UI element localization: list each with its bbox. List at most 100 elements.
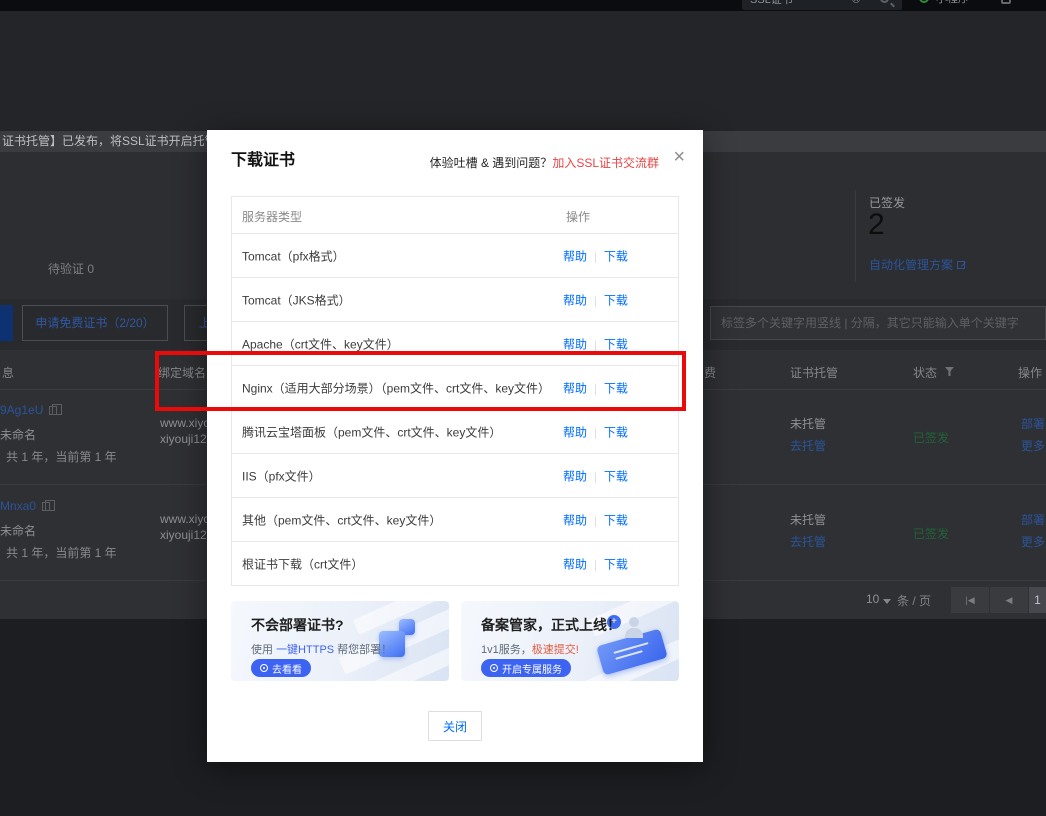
auto-management-link[interactable]: 自动化管理方案 <box>869 256 966 273</box>
download-link[interactable]: 下载 <box>604 293 628 307</box>
download-link[interactable]: 下载 <box>604 513 628 527</box>
exclusive-service-button[interactable]: 开启专属服务 <box>481 659 571 677</box>
help-link[interactable]: 帮助 <box>563 469 587 483</box>
apply-free-cert-button[interactable]: 申请免费证书（2/20） <box>22 305 168 341</box>
pending-verification-label: 待验证 0 <box>48 262 95 276</box>
status-badge: 已签发 <box>913 527 950 541</box>
tag-search-input[interactable]: 标签多个关键字用竖线 | 分隔，其它只能输入单个关键字 <box>710 306 1046 340</box>
badge-icon <box>490 664 498 672</box>
server-type-table: 服务器类型 操作 Tomcat（pfx格式） 帮助 | 下载 Tomcat（JKS格式）… <box>231 196 679 586</box>
separator: | <box>594 295 597 307</box>
go-see-button[interactable]: 去看看 <box>251 659 311 677</box>
icp-promo-card[interactable]: + 备案管家，正式上线！ 1v1服务，极速提交! 开启专属服务 <box>461 601 679 681</box>
promo-decor <box>625 628 643 638</box>
filter-icon[interactable] <box>945 367 954 376</box>
server-type-row: Nginx（适用大部分场景）（pem文件、crt文件、key文件） 帮助 | 下载 <box>232 365 678 409</box>
col-fee: 费 <box>704 366 717 380</box>
col-server-type: 服务器类型 <box>242 210 303 224</box>
hosting-status: 未托管 <box>790 417 827 431</box>
server-type-row: Apache（crt文件、key文件） 帮助 | 下载 <box>232 321 678 365</box>
prev-page-button[interactable]: ◀ <box>990 587 1028 613</box>
server-type-row: 其他（pem文件、crt文件、key文件） 帮助 | 下载 <box>232 497 678 541</box>
promo-decor <box>629 617 639 627</box>
separator: | <box>594 471 597 483</box>
separator: | <box>594 339 597 351</box>
search-input-value: SSL证书 <box>750 0 793 6</box>
copy-icon[interactable] <box>49 403 63 415</box>
mini-program-label[interactable]: 小程序 <box>936 0 969 6</box>
deploy-link[interactable]: 部署 <box>1021 415 1045 432</box>
chevron-down-icon <box>883 599 891 604</box>
join-group-link[interactable]: 加入SSL证书交流群 <box>552 156 659 170</box>
server-type-row: 腾讯云宝塔面板（pem文件、crt文件、key文件） 帮助 | 下载 <box>232 409 678 453</box>
separator: | <box>594 251 597 263</box>
server-type-row: Tomcat（JKS格式） 帮助 | 下载 <box>232 277 678 321</box>
server-type-label: Nginx（适用大部分场景）（pem文件、crt文件、key文件） <box>242 381 551 395</box>
fast-submit-text: 极速提交! <box>531 644 579 656</box>
help-link[interactable]: 帮助 <box>563 293 587 307</box>
row-operations: 帮助 | 下载 <box>563 467 628 484</box>
first-page-button[interactable]: |◀ <box>951 587 989 613</box>
validity-text: ：共 1 年，当前第 1 年 <box>0 546 117 560</box>
promo-title: 备案管家，正式上线！ <box>481 617 621 633</box>
more-link[interactable]: 更多 <box>1021 533 1045 550</box>
deploy-promo-card[interactable]: 不会部署证书? 使用 一键HTTPS 帮您部署！ 去看看 <box>231 601 449 681</box>
download-link[interactable]: 下载 <box>604 469 628 483</box>
clear-search-icon[interactable]: ⊗ <box>851 0 861 6</box>
help-link[interactable]: 帮助 <box>563 337 587 351</box>
download-certificate-modal: 下载证书 体验吐槽 & 遇到问题？加入SSL证书交流群 × 服务器类型 操作 T… <box>207 130 703 762</box>
server-type-table-header: 服务器类型 操作 <box>232 197 678 233</box>
help-link[interactable]: 帮助 <box>563 249 587 263</box>
copy-icon[interactable] <box>42 499 56 511</box>
separator: | <box>594 383 597 395</box>
feedback-text: 体验吐槽 & 遇到问题？加入SSL证书交流群 <box>429 156 659 170</box>
close-button[interactable]: 关闭 <box>428 711 482 741</box>
divider <box>855 190 856 282</box>
go-hosting-link[interactable]: 去托管 <box>790 437 826 454</box>
console-app-icon[interactable] <box>1001 0 1011 4</box>
download-link[interactable]: 下载 <box>604 557 628 571</box>
download-link[interactable]: 下载 <box>604 337 628 351</box>
screen: SSL证书 ⊗ 小程序 证书托管】已发布，将SSL证书开启托管即可 待验证 0 … <box>0 0 1046 816</box>
download-link[interactable]: 下载 <box>604 425 628 439</box>
server-type-label: Tomcat（JKS格式） <box>242 293 351 307</box>
col-hosting: 证书托管 <box>790 366 839 380</box>
row-operations: 帮助 | 下载 <box>563 555 628 572</box>
server-type-row: 根证书下载（crt文件） 帮助 | 下载 <box>232 541 678 585</box>
row-operations: 帮助 | 下载 <box>563 511 628 528</box>
separator: | <box>594 559 597 571</box>
row-operations: 帮助 | 下载 <box>563 423 628 440</box>
issued-count: 2 <box>868 208 885 241</box>
certificate-name: 未命名 <box>0 524 37 538</box>
col-info: 息 <box>2 366 15 380</box>
mini-program-icon <box>919 0 929 3</box>
per-page-label: 条 / 页 <box>897 594 932 608</box>
close-icon[interactable]: × <box>673 147 685 167</box>
server-type-label: Tomcat（pfx格式） <box>242 249 345 263</box>
page-number-input[interactable]: 1 <box>1029 587 1046 613</box>
page-size-select[interactable]: 10 <box>866 592 879 606</box>
help-link[interactable]: 帮助 <box>563 425 587 439</box>
external-link-icon <box>957 261 966 269</box>
go-hosting-link[interactable]: 去托管 <box>790 533 826 550</box>
help-link[interactable]: 帮助 <box>563 381 587 395</box>
certificate-id-link[interactable]: 9Ag1eU <box>0 403 63 417</box>
download-link[interactable]: 下载 <box>604 381 628 395</box>
help-link[interactable]: 帮助 <box>563 513 587 527</box>
separator: | <box>594 427 597 439</box>
download-link[interactable]: 下载 <box>604 249 628 263</box>
one-click-https-link[interactable]: 一键HTTPS <box>276 644 334 656</box>
server-type-label: IIS（pfx文件） <box>242 469 321 483</box>
primary-button-fragment[interactable] <box>0 305 13 341</box>
certificate-name: 未命名 <box>0 428 37 442</box>
row-operations: 帮助 | 下载 <box>563 335 628 352</box>
col-operation: 操作 <box>566 210 591 224</box>
row-operations: 帮助 | 下载 <box>563 379 628 396</box>
server-type-row: Tomcat（pfx格式） 帮助 | 下载 <box>232 233 678 277</box>
deploy-link[interactable]: 部署 <box>1021 511 1045 528</box>
more-link[interactable]: 更多 <box>1021 437 1045 454</box>
certificate-id-link[interactable]: Mnxa0 <box>0 499 56 513</box>
help-link[interactable]: 帮助 <box>563 557 587 571</box>
modal-title: 下载证书 <box>231 152 296 169</box>
validity-text: ：共 1 年，当前第 1 年 <box>0 450 117 464</box>
